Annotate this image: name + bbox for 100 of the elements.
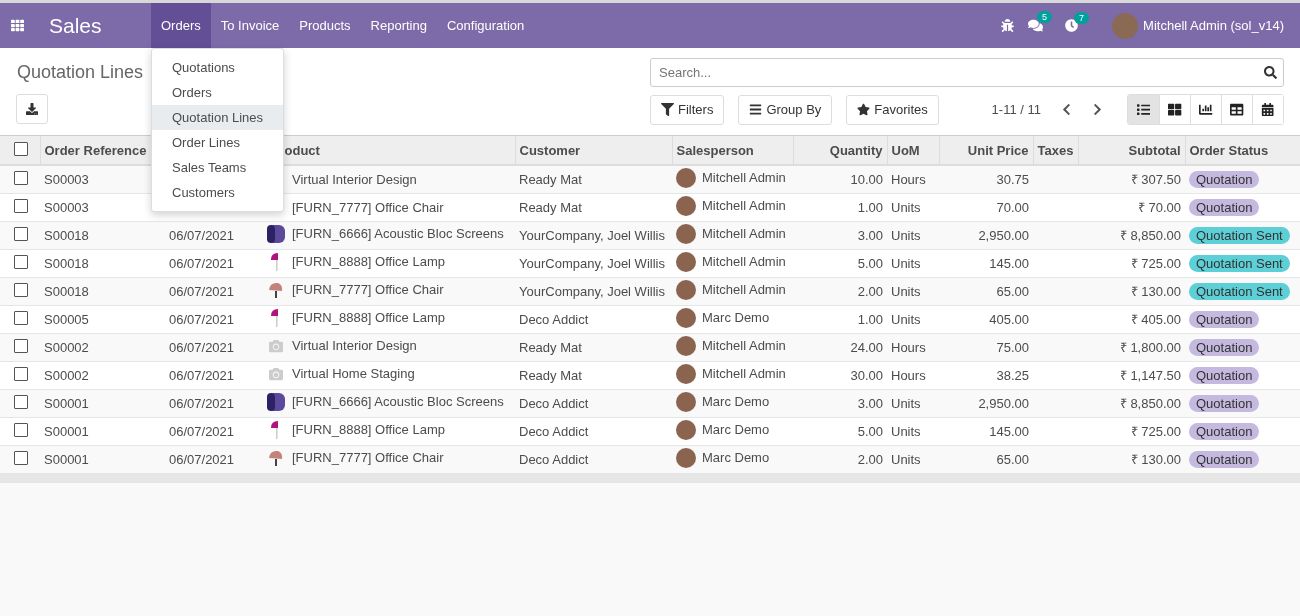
dropdown-item[interactable]: Quotations	[152, 55, 283, 80]
table-cell: ₹ 1,147.50	[1119, 368, 1181, 383]
table-cell: 30.00	[850, 367, 883, 383]
dropdown-item[interactable]: Quotation Lines	[152, 105, 283, 130]
checkbox[interactable]	[14, 310, 28, 325]
filter-button[interactable]: Group By	[738, 94, 833, 125]
table-cell: Units	[891, 199, 921, 215]
table-cell: 06/07/2021	[169, 451, 235, 467]
checkbox[interactable]	[14, 226, 28, 241]
table-cell: Hours	[891, 339, 926, 355]
search-field[interactable]: Search...	[650, 58, 1284, 87]
table-cell: Units	[891, 227, 921, 243]
checkbox[interactable]	[14, 254, 28, 269]
table-cell: Marc Demo	[702, 422, 770, 437]
status-badge: Quotation Sent	[1189, 226, 1290, 244]
table-cell: 405.00	[989, 311, 1029, 327]
bar-chart-icon	[1199, 102, 1213, 117]
avatar	[676, 391, 696, 412]
table-cell: [FURN_7777] Office Chair	[292, 450, 444, 465]
checkbox[interactable]	[14, 394, 28, 409]
checkbox[interactable]	[14, 422, 28, 437]
list-icon	[1136, 102, 1151, 117]
table-cell: Marc Demo	[702, 310, 770, 325]
menu-item[interactable]: Reporting	[360, 3, 437, 48]
table-cell: Ready Mat	[519, 199, 582, 215]
table-cell: Mitchell Admin	[702, 170, 786, 186]
status-badge: Quotation	[1189, 338, 1260, 356]
menu-item[interactable]: Configuration	[436, 3, 535, 48]
search-icon[interactable]	[1264, 66, 1277, 79]
status-badge: Quotation	[1189, 422, 1260, 440]
table-cell: [FURN_8888] Office Lamp	[292, 310, 445, 325]
lamp-icon	[271, 251, 281, 272]
table-cell: YourCompany, Joel Willis	[519, 255, 665, 271]
previous-icon[interactable]	[1060, 103, 1073, 116]
panel-icon	[266, 391, 286, 412]
dropdown-item[interactable]: Customers	[152, 180, 283, 205]
table-cell: 3.00	[857, 227, 883, 243]
next-icon[interactable]	[1091, 103, 1104, 116]
checkbox[interactable]	[14, 366, 28, 381]
panel-icon	[266, 223, 286, 244]
checkbox[interactable]	[14, 338, 28, 353]
chat-icon[interactable]	[1028, 18, 1044, 33]
filter-button[interactable]: Filters	[650, 94, 725, 125]
table-cell: 38.25	[996, 367, 1029, 383]
table-cell: 70.00	[996, 199, 1029, 215]
table-cell: Hours	[891, 367, 926, 383]
table-cell: Mitchell Admin	[702, 226, 786, 241]
table-cell: YourCompany, Joel Willis	[519, 283, 665, 299]
checkbox[interactable]	[14, 141, 28, 156]
bug-icon[interactable]	[1001, 19, 1015, 32]
dropdown-item[interactable]: Orders	[152, 80, 283, 105]
checkbox[interactable]	[14, 282, 28, 297]
calendar-view-button[interactable]	[1252, 95, 1283, 124]
status-badge: Quotation	[1189, 366, 1260, 384]
table-cell: 65.00	[996, 283, 1029, 299]
table-cell: Ready Mat	[519, 171, 582, 187]
dropdown-item[interactable]: Order Lines	[152, 130, 283, 155]
table-cell: 2,950.00	[978, 395, 1029, 411]
lamp-icon	[271, 419, 281, 440]
table-cell: S00001	[44, 395, 89, 411]
table-cell: 1.00	[857, 311, 883, 327]
table-cell: Hours	[891, 171, 926, 187]
messages-count: 5	[1037, 11, 1053, 23]
table-cell: Mitchell Admin	[702, 282, 786, 297]
list-view-button[interactable]	[1128, 95, 1159, 124]
table-cell: 06/07/2021	[169, 227, 235, 243]
table-cell: 145.00	[989, 255, 1029, 271]
status-badge: Quotation	[1189, 198, 1260, 216]
table-cell: Virtual Interior Design	[292, 338, 417, 354]
table-icon	[1230, 102, 1244, 117]
filter-button[interactable]: Favorites	[846, 94, 939, 125]
avatar	[676, 167, 696, 188]
clock-icon[interactable]	[1065, 19, 1079, 32]
camera-icon	[266, 338, 286, 353]
checkbox[interactable]	[14, 198, 28, 213]
table-cell: Ready Mat	[519, 339, 582, 355]
app-name: Sales	[48, 12, 103, 39]
checkbox[interactable]	[14, 170, 28, 185]
table-cell: ₹ 130.00	[1130, 452, 1181, 467]
column-header[interactable]: oduct	[284, 142, 320, 158]
table-cell: [FURN_8888] Office Lamp	[292, 422, 445, 437]
menu-item[interactable]: Products	[289, 3, 361, 48]
table-cell: 06/07/2021	[169, 395, 235, 411]
table-cell: Units	[891, 423, 921, 439]
checkbox[interactable]	[14, 450, 28, 465]
menu-item[interactable]: Orders	[151, 3, 211, 48]
table-cell: Mitchell Admin	[702, 254, 786, 269]
table-cell: 5.00	[857, 255, 883, 271]
menu-item[interactable]: To Invoice	[210, 3, 290, 48]
table-cell: [FURN_6666] Acoustic Bloc Screens	[292, 226, 504, 241]
table-cell: S00018	[44, 283, 89, 299]
avatar	[676, 195, 696, 216]
table-cell: Mitchell Admin	[702, 198, 786, 213]
dropdown-item[interactable]: Sales Teams	[152, 155, 283, 180]
user-name[interactable]: Mitchell Admin (sol_v14)	[1143, 18, 1284, 33]
download-button[interactable]	[16, 94, 48, 124]
table-cell: [FURN_7777] Office Chair	[292, 282, 444, 297]
table-cell: ₹ 725.00	[1130, 424, 1181, 439]
filter-icon	[661, 103, 674, 116]
table-cell: Deco Addict	[519, 395, 589, 411]
